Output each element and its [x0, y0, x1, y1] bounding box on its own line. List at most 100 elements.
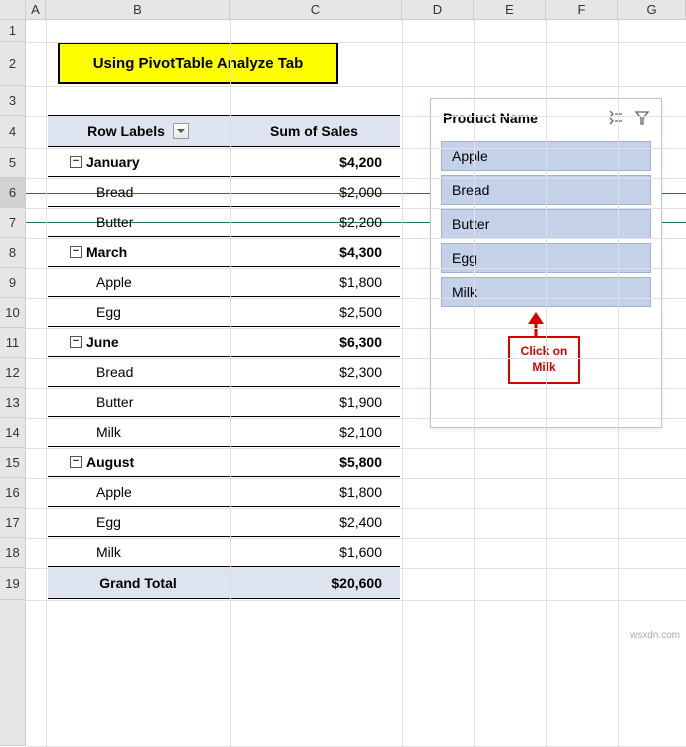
collapse-icon[interactable]: −	[70, 156, 82, 168]
chevron-down-icon	[177, 127, 185, 135]
row-header-13[interactable]: 13	[0, 388, 26, 418]
row-header-17[interactable]: 17	[0, 508, 26, 538]
col-header-a[interactable]: A	[26, 0, 46, 19]
row-header-6[interactable]: 6	[0, 178, 26, 208]
title-box: Using PivotTable Analyze Tab	[58, 42, 338, 84]
pivot-data-row[interactable]: Egg $2,500	[48, 297, 400, 327]
gridline-h	[26, 600, 686, 601]
gridline-h	[26, 208, 686, 209]
watermark: wsxdn.com	[630, 630, 680, 641]
collapse-icon[interactable]: −	[70, 246, 82, 258]
row-header-2[interactable]: 2	[0, 42, 26, 86]
clear-filter-icon[interactable]	[633, 109, 651, 127]
col-header-c[interactable]: C	[230, 0, 402, 19]
pivot-item-label: Egg	[48, 304, 228, 320]
row-header-14[interactable]: 14	[0, 418, 26, 448]
pivot-item-value: $2,000	[228, 184, 400, 200]
pivot-item-value: $1,800	[228, 484, 400, 500]
gridline-v	[474, 20, 475, 746]
callout-text: Click on Milk	[521, 344, 568, 375]
pivot-grand-total-row[interactable]: Grand Total $20,600	[48, 567, 400, 599]
row-headers: 12345678910111213141516171819	[0, 20, 26, 746]
col-header-f[interactable]: F	[546, 0, 618, 19]
pivot-data-row[interactable]: Apple $1,800	[48, 267, 400, 297]
gridline-h	[26, 178, 686, 179]
row-header-5[interactable]: 5	[0, 148, 26, 178]
col-header-d[interactable]: D	[402, 0, 474, 19]
pivot-data-row[interactable]: Butter $1,900	[48, 387, 400, 417]
col-header-g[interactable]: G	[618, 0, 686, 19]
pivot-item-value: $2,200	[228, 214, 400, 230]
gridline-v	[618, 20, 619, 746]
pivot-group-label: − August	[48, 454, 228, 470]
row-header-18[interactable]: 18	[0, 538, 26, 568]
pivot-data-row[interactable]: Milk $2,100	[48, 417, 400, 447]
gridline-h	[26, 86, 686, 87]
cells-area[interactable]: Using PivotTable Analyze Tab Row Labels …	[26, 20, 686, 746]
pivot-item-label: Bread	[48, 184, 228, 200]
group-name: August	[86, 454, 134, 470]
gridline-h	[26, 42, 686, 43]
row-labels-text: Row Labels	[87, 123, 165, 139]
multi-select-icon[interactable]	[607, 109, 625, 127]
gridline-h	[26, 568, 686, 569]
row-header-4[interactable]: 4	[0, 116, 26, 148]
pivot-data-row[interactable]: Bread $2,000	[48, 177, 400, 207]
row-header-15[interactable]: 15	[0, 448, 26, 478]
pivot-data-row[interactable]: Apple $1,800	[48, 477, 400, 507]
gridline-h	[26, 418, 686, 419]
callout-box: Click on Milk	[508, 336, 580, 384]
gridline-h	[26, 268, 686, 269]
pivot-group-row[interactable]: − June $6,300	[48, 327, 400, 357]
row-header-19[interactable]: 19	[0, 568, 26, 600]
gridline-h	[26, 478, 686, 479]
pivot-data-row[interactable]: Egg $2,400	[48, 507, 400, 537]
row-header-3[interactable]: 3	[0, 86, 26, 116]
pivot-item-value: $1,900	[228, 394, 400, 410]
pivot-item-value: $2,300	[228, 364, 400, 380]
pivot-group-total: $6,300	[228, 334, 400, 350]
collapse-icon[interactable]: −	[70, 336, 82, 348]
pivot-group-row[interactable]: − August $5,800	[48, 447, 400, 477]
title-text: Using PivotTable Analyze Tab	[93, 55, 304, 72]
row-header-10[interactable]: 10	[0, 298, 26, 328]
pivot-item-label: Apple	[48, 484, 228, 500]
row-header-1[interactable]: 1	[0, 20, 26, 42]
pivot-item-value: $2,400	[228, 514, 400, 530]
gridline-h	[26, 238, 686, 239]
pivot-group-row[interactable]: − January $4,200	[48, 147, 400, 177]
grand-total-value: $20,600	[228, 575, 400, 591]
pivot-data-row[interactable]: Butter $2,200	[48, 207, 400, 237]
pivot-group-total: $5,800	[228, 454, 400, 470]
col-header-e[interactable]: E	[474, 0, 546, 19]
collapse-icon[interactable]: −	[70, 456, 82, 468]
gridline-h	[26, 538, 686, 539]
row-labels-filter-button[interactable]	[173, 123, 189, 139]
gridline-h	[26, 328, 686, 329]
row-header-11[interactable]: 11	[0, 328, 26, 358]
pivot-group-total: $4,200	[228, 154, 400, 170]
col-header-b[interactable]: B	[46, 0, 230, 19]
pivot-data-row[interactable]: Bread $2,300	[48, 357, 400, 387]
pivot-item-label: Milk	[48, 424, 228, 440]
row-header-12[interactable]: 12	[0, 358, 26, 388]
pivot-item-label: Butter	[48, 394, 228, 410]
row-header-8[interactable]: 8	[0, 238, 26, 268]
spreadsheet-grid: ABCDEFG 12345678910111213141516171819 Us…	[0, 0, 686, 645]
gridline-h	[26, 148, 686, 149]
gridline-h	[26, 448, 686, 449]
pivot-item-label: Egg	[48, 514, 228, 530]
pivot-item-label: Milk	[48, 544, 228, 560]
row-header-9[interactable]: 9	[0, 268, 26, 298]
gridline-h	[26, 358, 686, 359]
row-header-16[interactable]: 16	[0, 478, 26, 508]
pivot-data-row[interactable]: Milk $1,600	[48, 537, 400, 567]
gridline-v	[46, 20, 47, 746]
slicer-title: Product Name	[443, 110, 538, 126]
slicer-controls	[607, 109, 651, 127]
row-header-7[interactable]: 7	[0, 208, 26, 238]
gridline-h	[26, 508, 686, 509]
pivot-group-row[interactable]: − March $4,300	[48, 237, 400, 267]
select-all-corner[interactable]	[0, 0, 26, 19]
gridline-h	[26, 116, 686, 117]
